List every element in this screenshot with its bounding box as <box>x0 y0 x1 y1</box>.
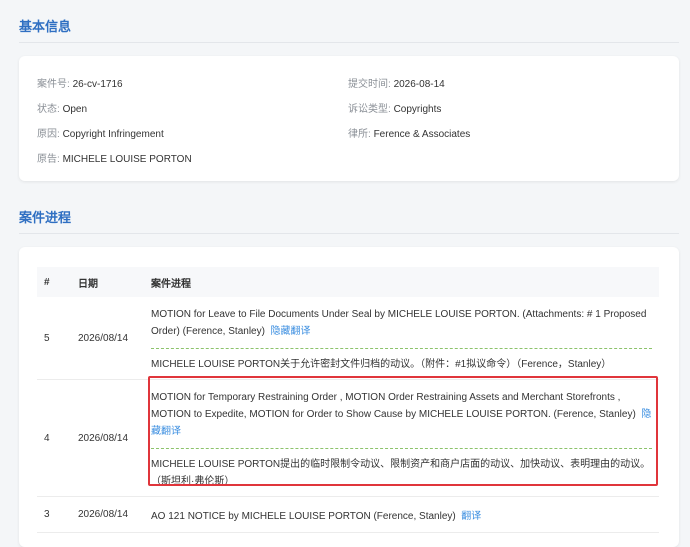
cause-label: 原因: <box>37 129 60 140</box>
plaintiff-label: 原告: <box>37 154 60 165</box>
row-number: 3 <box>37 496 71 533</box>
row-date: 2026/08/14 <box>71 496 144 533</box>
table-row: 4 2026/08/14 MOTION for Temporary Restra… <box>37 379 659 497</box>
submit-time-field: 提交时间: 2026-08-14 <box>348 75 445 90</box>
col-header-progress: 案件进程 <box>144 267 659 297</box>
docket-text-en: MOTION for Temporary Restraining Order ,… <box>151 380 652 449</box>
plaintiff-field: 原告: MICHELE LOUISE PORTON <box>37 150 192 165</box>
status-field: 状态: Open <box>37 100 87 115</box>
case-progress-title: 案件进程 <box>19 210 72 225</box>
law-firm-label: 律所: <box>348 129 371 140</box>
docket-text: AO 121 NOTICE by MICHELE LOUISE PORTON (… <box>151 511 456 522</box>
row-number: 5 <box>37 297 71 380</box>
col-header-date: 日期 <box>71 267 144 297</box>
law-firm-field: 律所: Ference & Associates <box>348 125 470 140</box>
row-progress-cell: MOTION for Leave to File Documents Under… <box>144 297 659 380</box>
basic-info-divider <box>19 42 679 43</box>
suit-type-label: 诉讼类型: <box>348 104 391 115</box>
docket-text-en: MOTION for Leave to File Documents Under… <box>151 297 652 349</box>
submit-time-value: 2026-08-14 <box>393 79 445 90</box>
case-progress-divider <box>19 233 679 234</box>
table-row: 5 2026/08/14 MOTION for Leave to File Do… <box>37 297 659 380</box>
status-label: 状态: <box>37 104 60 115</box>
basic-info-title: 基本信息 <box>19 19 72 34</box>
suit-type-value: Copyrights <box>393 104 442 115</box>
cause-field: 原因: Copyright Infringement <box>37 125 164 140</box>
basic-info-card: 案件号: 26-cv-1716 提交时间: 2026-08-14 状态: Ope… <box>19 56 679 181</box>
cause-value: Copyright Infringement <box>62 129 164 140</box>
case-progress-table: # 日期 案件进程 5 2026/08/14 MOTION for Leave … <box>37 267 659 533</box>
hide-translation-link[interactable]: 隐藏翻译 <box>271 326 311 337</box>
docket-text-zh: MICHELE LOUISE PORTON关于允许密封文件归档的动议。（附件：#… <box>151 359 612 370</box>
table-row: 3 2026/08/14 AO 121 NOTICE by MICHELE LO… <box>37 496 659 533</box>
plaintiff-value: MICHELE LOUISE PORTON <box>62 154 192 165</box>
law-firm-value: Ference & Associates <box>373 129 471 140</box>
case-number-label: 案件号: <box>37 79 70 90</box>
translate-link[interactable]: 翻译 <box>461 511 481 522</box>
row-date: 2026/08/14 <box>71 379 144 497</box>
case-number-value: 26-cv-1716 <box>72 79 123 90</box>
docket-text: MOTION for Temporary Restraining Order ,… <box>151 392 636 420</box>
row-progress-cell: MOTION for Temporary Restraining Order ,… <box>144 379 659 497</box>
submit-time-label: 提交时间: <box>348 79 391 90</box>
table-header-row: # 日期 案件进程 <box>37 267 659 297</box>
row-date: 2026/08/14 <box>71 297 144 380</box>
docket-text: MOTION for Leave to File Documents Under… <box>151 309 647 337</box>
row-number: 4 <box>37 379 71 497</box>
case-number-field: 案件号: 26-cv-1716 <box>37 75 123 90</box>
suit-type-field: 诉讼类型: Copyrights <box>348 100 441 115</box>
col-header-number: # <box>37 267 71 297</box>
docket-text-zh: MICHELE LOUISE PORTON提出的临时限制令动议、限制资产和商户店… <box>151 459 651 487</box>
row-progress-cell: AO 121 NOTICE by MICHELE LOUISE PORTON (… <box>144 496 659 533</box>
status-value: Open <box>62 104 88 115</box>
